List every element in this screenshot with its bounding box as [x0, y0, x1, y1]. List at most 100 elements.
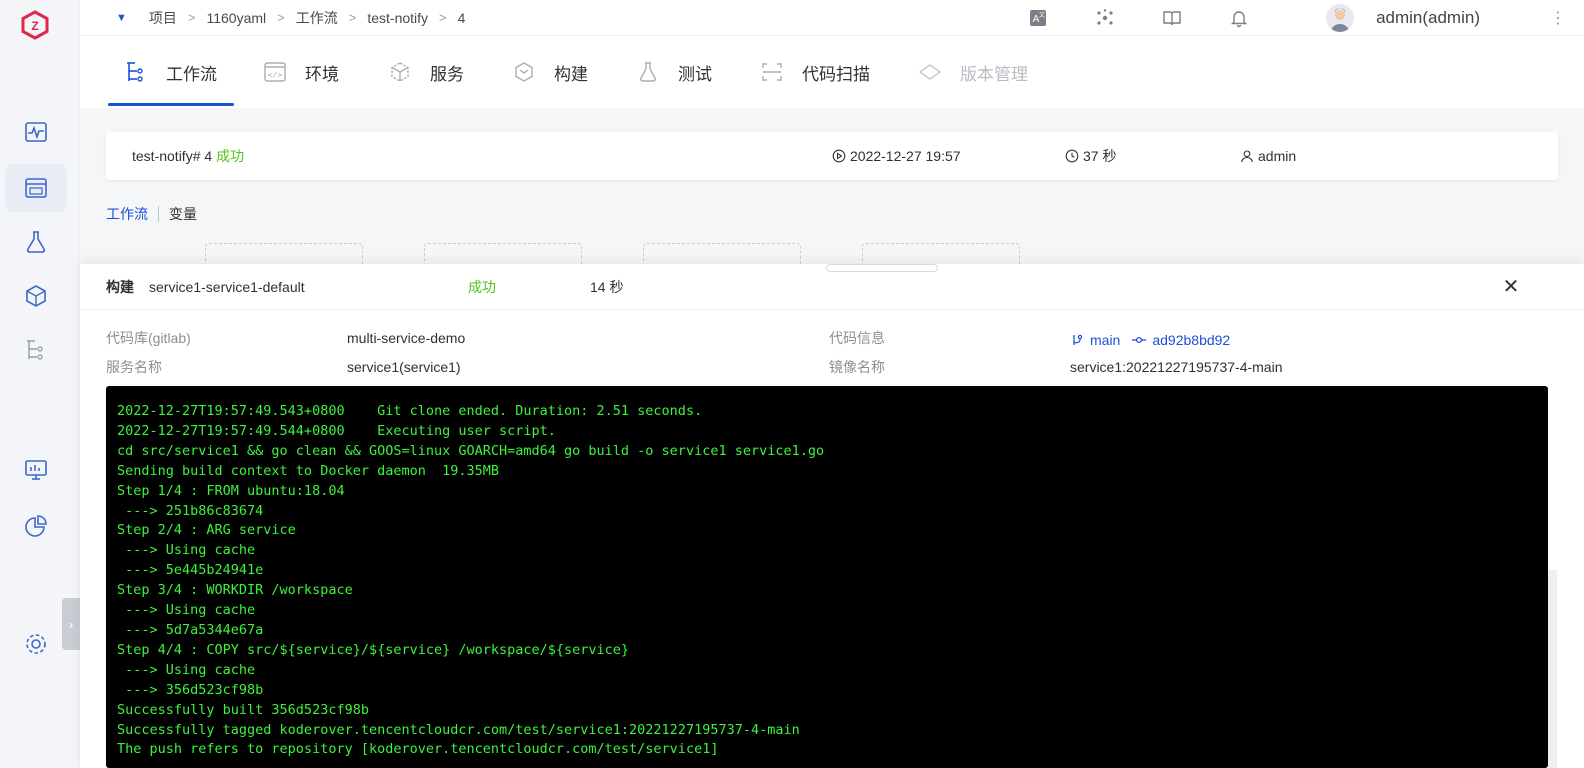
tab-label: 测试: [678, 64, 712, 84]
breadcrumb-item[interactable]: 项目: [149, 8, 177, 28]
bell-icon[interactable]: [1229, 8, 1249, 28]
breadcrumb-separator: >: [348, 10, 357, 25]
tab-label: 环境: [305, 64, 339, 84]
tab-environment[interactable]: </> 环境: [263, 36, 339, 108]
service-label: 服务名称: [106, 359, 162, 375]
build-log-terminal[interactable]: 2022-12-27T19:57:49.543+0800 Git clone e…: [106, 386, 1548, 768]
rail-settings-gear-icon[interactable]: [5, 620, 67, 668]
log-line: The push refers to repository [koderover…: [117, 741, 719, 758]
rail-test-flask-icon[interactable]: [5, 218, 67, 266]
run-start-time: 2022-12-27 19:57: [850, 148, 961, 164]
log-line: Successfully tagged koderover.tencentclo…: [117, 721, 800, 738]
log-line: Sending build context to Docker daemon 1…: [117, 462, 500, 479]
log-line: Step 2/4 : ARG service: [117, 522, 296, 539]
top-actions: A文 admin(admin) ⋮: [1028, 0, 1584, 36]
breadcrumb-separator: >: [187, 10, 196, 25]
code-info-value: main ad92b8bd92: [1070, 330, 1230, 350]
tab-label: 服务: [430, 64, 464, 84]
tab-label: 代码扫描: [802, 64, 870, 84]
tab-service[interactable]: 服务: [388, 36, 464, 108]
log-line: ---> Using cache: [117, 661, 256, 678]
drawer-job-name: service1-service1-default: [149, 279, 305, 295]
rail-monitor-icon[interactable]: [5, 446, 67, 494]
service-value: service1(service1): [347, 359, 461, 375]
tab-build[interactable]: 构建: [512, 36, 588, 108]
run-user: admin: [1240, 132, 1296, 180]
close-icon[interactable]: ✕: [1500, 275, 1522, 298]
run-title: test-notify# 4 成功: [132, 132, 244, 180]
rail-dashboard-icon[interactable]: [5, 108, 67, 156]
run-name: test-notify# 4: [132, 148, 213, 164]
rail-workflow-icon[interactable]: [5, 326, 67, 374]
code-info-label: 代码信息: [829, 330, 885, 346]
more-vertical-icon[interactable]: ⋮: [1550, 8, 1566, 28]
rail-expand-toggle[interactable]: ›: [62, 598, 80, 650]
breadcrumb-item[interactable]: test-notify: [367, 10, 428, 26]
subtab-workflow[interactable]: 工作流: [106, 204, 148, 224]
tab-label: 工作流: [166, 64, 217, 84]
breadcrumb: ▼ 项目 > 1160yaml > 工作流 > test-notify > 4: [116, 8, 465, 28]
log-line: Step 3/4 : WORKDIR /workspace: [117, 582, 353, 599]
user-name[interactable]: admin(admin): [1376, 8, 1480, 28]
log-line: ---> Using cache: [117, 602, 256, 619]
tab-code-scan[interactable]: 代码扫描: [760, 36, 870, 108]
rail-artifact-icon[interactable]: [5, 272, 67, 320]
log-line: 2022-12-27T19:57:49.544+0800 Executing u…: [117, 422, 556, 439]
drawer-drag-handle[interactable]: [826, 264, 938, 272]
play-circle-icon: [832, 149, 846, 163]
svg-text:Z: Z: [31, 19, 38, 33]
plugin-icon[interactable]: [1095, 8, 1115, 28]
workflow-icon: [127, 62, 143, 82]
active-tab-indicator: [108, 103, 234, 106]
log-line: ---> Using cache: [117, 542, 256, 559]
branch-link[interactable]: main: [1070, 332, 1120, 348]
run-summary-card: test-notify# 4 成功 2022-12-27 19:57 37 秒 …: [106, 132, 1558, 180]
repo-value: multi-service-demo: [347, 330, 466, 346]
tab-test[interactable]: 测试: [636, 36, 712, 108]
breadcrumb-item[interactable]: 1160yaml: [206, 10, 266, 26]
log-line: ---> 5e445b24941e: [117, 562, 264, 579]
run-time: 2022-12-27 19:57: [832, 132, 961, 180]
commit-link[interactable]: ad92b8bd92: [1132, 332, 1230, 348]
image-value: service1:20221227195737-4-main: [1070, 359, 1283, 375]
left-rail: Z ›: [0, 0, 80, 768]
run-duration-value: 37 秒: [1083, 148, 1117, 164]
repo-label: 代码库(gitlab): [106, 330, 191, 346]
log-scrollbar[interactable]: [1548, 570, 1557, 768]
subtab-divider: [158, 206, 159, 222]
tab-label: 构建: [554, 64, 588, 84]
log-line: Step 1/4 : FROM ubuntu:18.04: [117, 482, 345, 499]
image-label: 镜像名称: [829, 359, 885, 375]
view-switch: 工作流 变量: [106, 204, 197, 224]
logo-icon[interactable]: Z: [20, 10, 50, 40]
breadcrumb-separator: >: [277, 10, 285, 25]
flask-icon: [640, 62, 656, 82]
version-icon: [918, 64, 942, 80]
breadcrumb-item: 4: [457, 9, 466, 26]
rail-project-icon[interactable]: [5, 164, 67, 212]
svg-text:文: 文: [1039, 11, 1045, 19]
subtab-variables[interactable]: 变量: [169, 204, 197, 224]
tab-workflow[interactable]: 工作流: [124, 36, 217, 108]
log-line: cd src/service1 && go clean && GOOS=linu…: [117, 442, 825, 459]
service-cube-icon: [391, 62, 409, 82]
avatar[interactable]: [1326, 4, 1355, 32]
caret-down-icon[interactable]: ▼: [116, 12, 127, 24]
drawer-duration: 14 秒: [590, 279, 624, 295]
breadcrumb-item[interactable]: 工作流: [296, 8, 338, 28]
translate-icon[interactable]: A文: [1028, 8, 1048, 28]
app-root: Z › ▼ 项目 > 1160yaml > 工作流 > test-notify …: [0, 0, 1584, 768]
breadcrumb-separator: >: [439, 10, 447, 25]
code-env-icon: </>: [264, 62, 286, 82]
branch-icon: [1073, 334, 1083, 345]
docs-book-icon[interactable]: [1162, 8, 1182, 28]
log-line: ---> 356d523cf98b: [117, 681, 264, 698]
rail-pie-chart-icon[interactable]: [5, 502, 67, 550]
build-detail-drawer: 构建 service1-service1-default 成功 14 秒 ✕ 代…: [80, 264, 1584, 768]
log-line: ---> 251b86c83674: [117, 502, 264, 519]
log-line: 2022-12-27T19:57:49.543+0800 Git clone e…: [117, 403, 703, 419]
user-icon: [1241, 150, 1253, 163]
log-line: Step 4/4 : COPY src/${service}/${service…: [117, 641, 630, 658]
chevron-right-icon: ›: [68, 616, 74, 632]
drawer-status-badge: 成功: [468, 279, 496, 295]
